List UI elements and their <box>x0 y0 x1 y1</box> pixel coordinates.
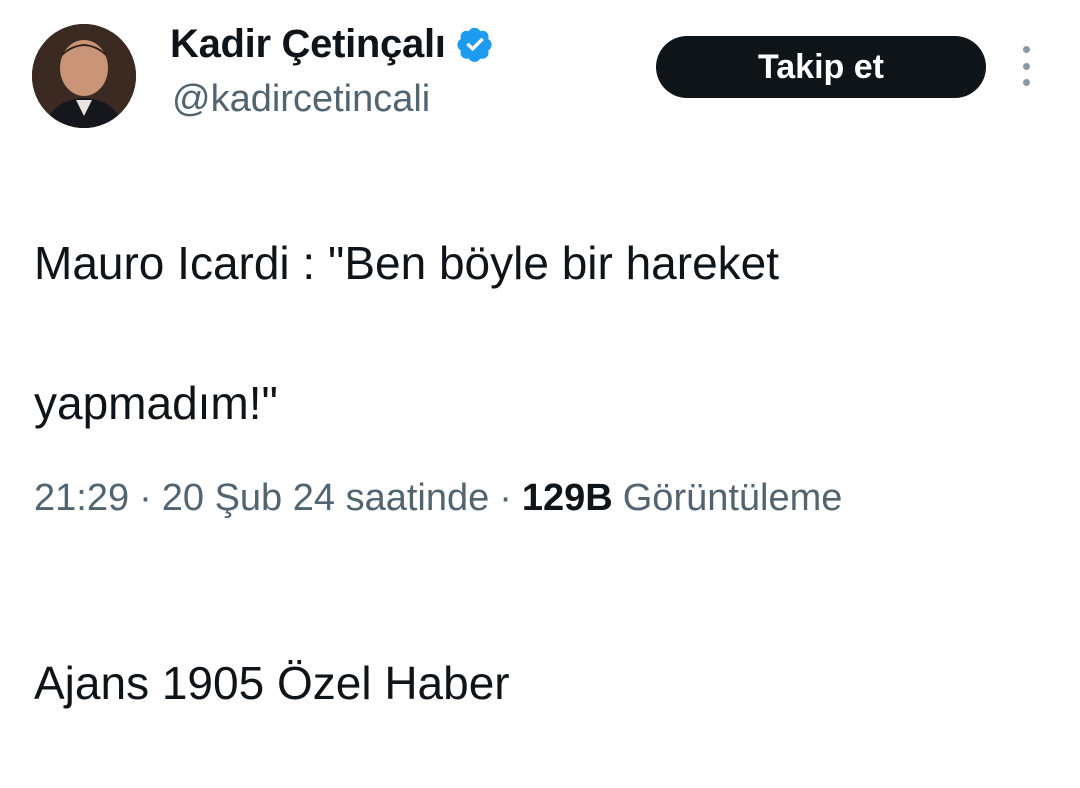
tweet-text: Mauro Icardi : "Ben böyle bir hareket ya… <box>34 158 1034 788</box>
tweet-line: Mauro Icardi : "Ben böyle bir hareket <box>34 237 780 289</box>
tweet-time[interactable]: 21:29 <box>34 474 129 522</box>
display-name-text[interactable]: Kadir Çetinçalı <box>170 20 446 68</box>
meta-separator: · <box>499 477 512 519</box>
tweet-date[interactable]: 20 Şub 24 saatinde <box>162 474 490 522</box>
display-name[interactable]: Kadir Çetinçalı <box>170 20 494 68</box>
avatar-image <box>32 24 136 128</box>
follow-button[interactable]: Takip et <box>656 36 986 98</box>
tweet-line: yapmadım!" <box>34 377 278 429</box>
views-label: Görüntüleme <box>622 477 843 519</box>
avatar[interactable] <box>32 24 136 128</box>
tweet-line: Ajans 1905 Özel Haber <box>34 657 510 709</box>
tweet-meta: 21:29 · 20 Şub 24 saatinde · 129B Görünt… <box>34 474 842 522</box>
user-handle[interactable]: @kadircetincali <box>172 76 430 122</box>
more-vertical-icon[interactable] <box>1014 46 1038 86</box>
views-count: 129B <box>521 477 613 519</box>
meta-separator: · <box>139 477 152 519</box>
verified-badge-icon <box>456 25 494 63</box>
